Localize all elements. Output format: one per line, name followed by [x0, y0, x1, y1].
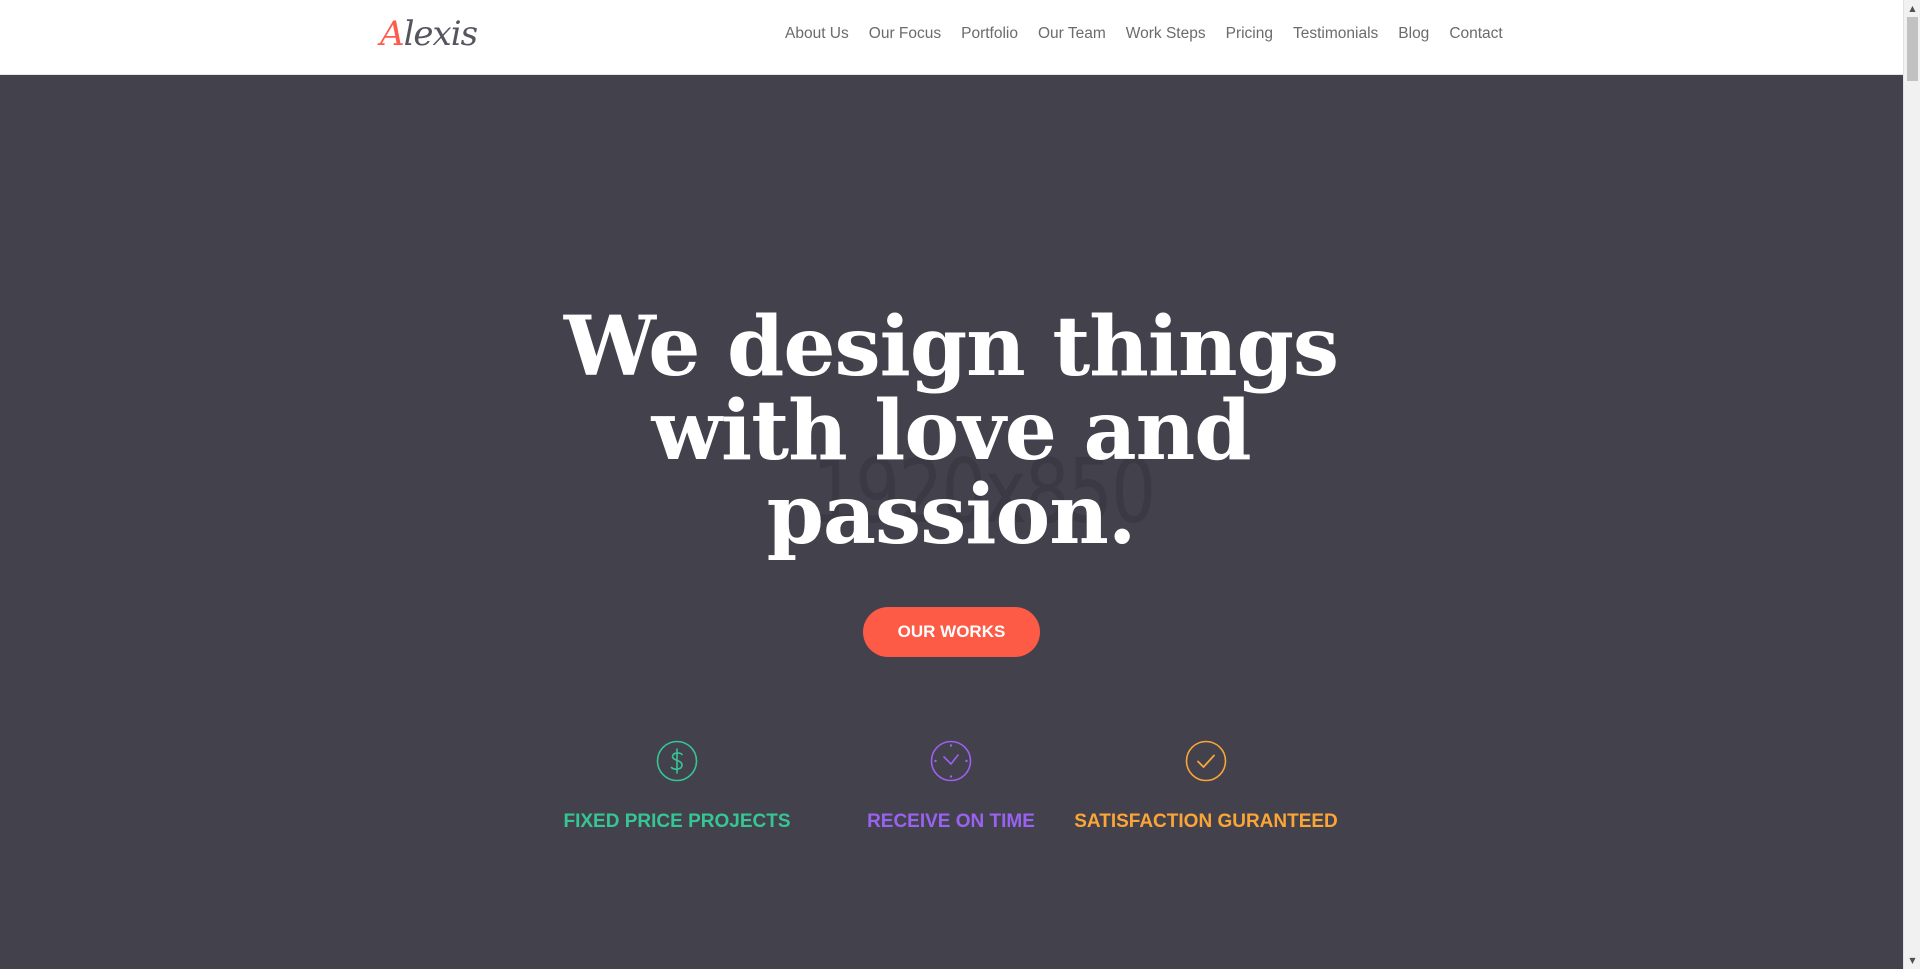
nav-item-our-team[interactable]: Our Team: [1028, 25, 1116, 43]
clock-icon: [930, 740, 972, 782]
feature-label: SATISFACTION GURANTEED: [1074, 811, 1338, 832]
hero-title-line: with love and: [651, 383, 1251, 479]
brand-logo-initial: A: [380, 14, 405, 54]
nav-item-portfolio[interactable]: Portfolio: [951, 25, 1028, 43]
feature-label: FIXED PRICE PROJECTS: [563, 811, 791, 832]
nav-item-pricing[interactable]: Pricing: [1216, 25, 1283, 43]
scrollbar-thumb[interactable]: [1907, 17, 1918, 81]
brand-logo-rest: lexis: [403, 14, 478, 54]
scroll-down-arrow-icon[interactable]: ▼: [1904, 952, 1920, 969]
feature-on-time: RECEIVE ON TIME: [851, 740, 1051, 833]
page-scrollbar[interactable]: ▲ ▼: [1903, 0, 1920, 969]
feature-fixed-price: FIXED PRICE PROJECTS: [564, 740, 791, 833]
nav-item-our-focus[interactable]: Our Focus: [859, 25, 951, 43]
nav-item-testimonials[interactable]: Testimonials: [1283, 25, 1388, 43]
hero-title-line: passion.: [766, 467, 1137, 563]
site-header: Alexis About Us Our Focus Portfolio Our …: [0, 0, 1903, 75]
brand-logo[interactable]: Alexis: [380, 14, 478, 54]
nav-item-work-steps[interactable]: Work Steps: [1116, 25, 1216, 43]
feature-satisfaction: SATISFACTION GURANTEED: [1074, 740, 1338, 833]
hero-title-line: We design things: [563, 299, 1339, 395]
feature-label: RECEIVE ON TIME: [867, 811, 1035, 832]
nav-item-blog[interactable]: Blog: [1388, 25, 1439, 43]
hero-title: We design things with love and passion.: [451, 305, 1451, 557]
dollar-circle-icon: [656, 740, 698, 782]
our-works-button[interactable]: OUR WORKS: [863, 607, 1040, 657]
main-nav: About Us Our Focus Portfolio Our Team Wo…: [775, 25, 1513, 43]
nav-item-contact[interactable]: Contact: [1439, 25, 1512, 43]
nav-item-about-us[interactable]: About Us: [775, 25, 859, 43]
check-circle-icon: [1185, 740, 1227, 782]
scroll-up-arrow-icon[interactable]: ▲: [1904, 0, 1920, 17]
